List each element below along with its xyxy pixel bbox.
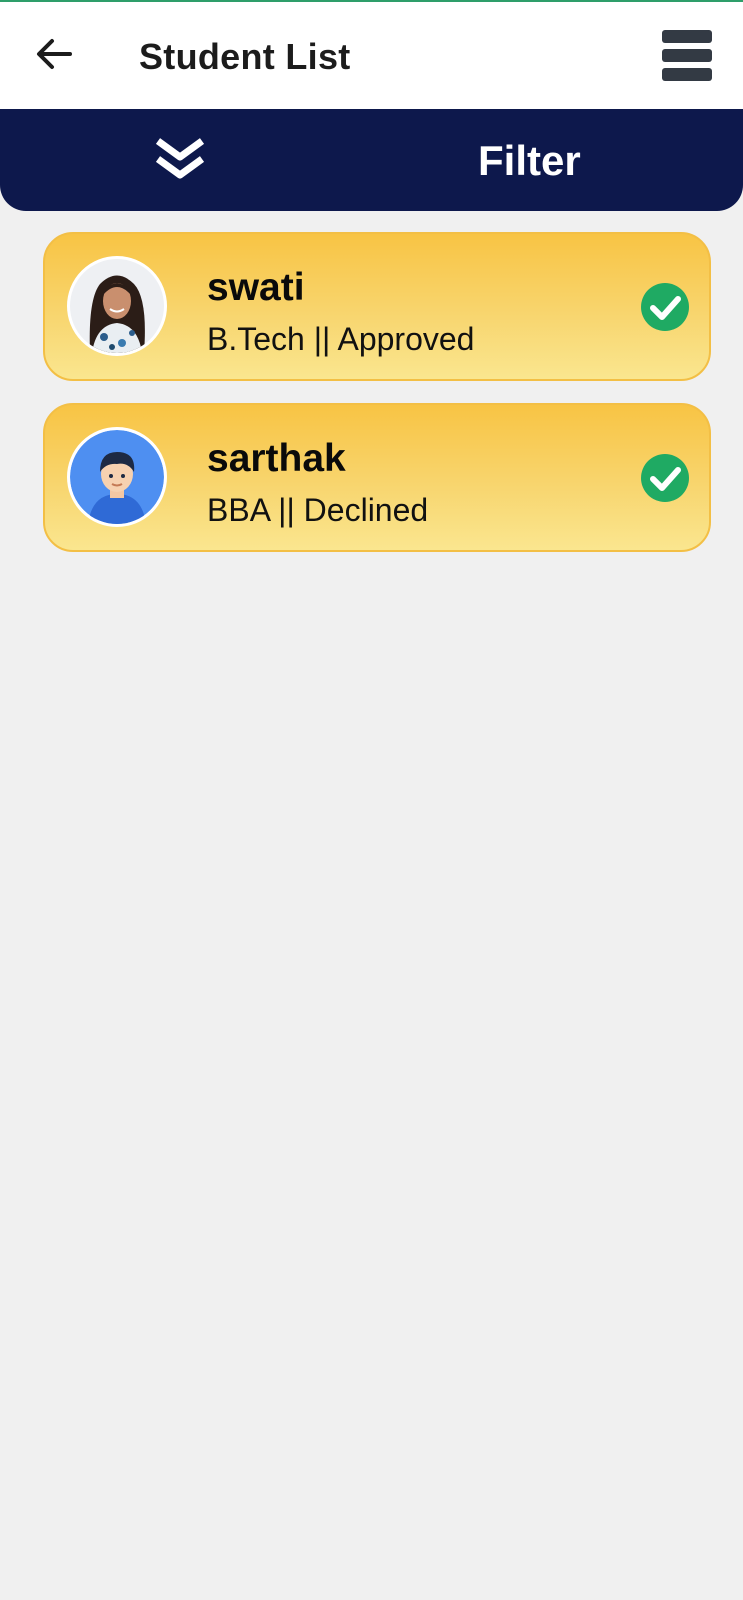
student-name: sarthak	[207, 437, 346, 480]
default-male-avatar	[67, 427, 167, 527]
filter-button[interactable]: Filter	[478, 137, 581, 185]
photo-avatar	[67, 256, 167, 356]
check-circle-icon[interactable]	[640, 282, 690, 332]
student-card[interactable]: swati B.Tech || Approved	[43, 232, 711, 381]
student-course-status: BBA || Declined	[207, 492, 429, 528]
student-course-status: B.Tech || Approved	[207, 321, 475, 357]
back-button[interactable]	[30, 30, 78, 78]
filter-bar[interactable]: Filter	[0, 109, 743, 211]
page-title: Student List	[139, 36, 351, 77]
arrow-left-icon	[37, 39, 72, 69]
app-bar: Student List	[0, 2, 743, 109]
check-circle-icon[interactable]	[640, 453, 690, 503]
menu-button[interactable]	[662, 30, 712, 82]
student-card[interactable]: sarthak BBA || Declined	[43, 403, 711, 552]
double-chevron-down-icon[interactable]	[154, 137, 206, 183]
student-name: swati	[207, 266, 305, 309]
student-list: swati B.Tech || Approved sarthak BBA || …	[43, 232, 711, 574]
hamburger-menu-icon	[662, 30, 712, 43]
